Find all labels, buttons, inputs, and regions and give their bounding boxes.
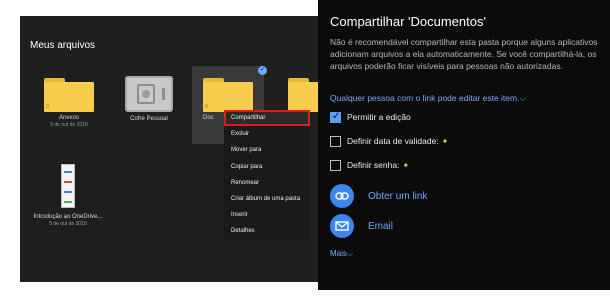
menu-item-copiar-para[interactable]: Copiar para [224,159,310,175]
menu-item-renomear[interactable]: Renomear [224,175,310,191]
option-label: Definir data de validade: [347,136,439,146]
vault-icon [125,76,173,112]
get-link-label: Obter um link [368,190,428,202]
menu-item-mover-para[interactable]: Mover para [224,142,310,158]
item-count: 0 [205,104,208,110]
document-tile-introducao[interactable]: Introdução ao OneDrive... 5 de out de 20… [32,164,104,227]
email-button[interactable]: Email [330,214,393,238]
files-pane: Meus arquivos 0 Anexos 5 de out de 2018 … [20,16,318,282]
share-warning: Não é recomendável compartilhar esta pas… [330,37,598,71]
document-thumbnail-icon [61,164,75,208]
link-icon [330,184,354,208]
option-label: Permitir a edição [347,112,411,122]
more-label: Mais [330,249,347,258]
option-expiry-date[interactable]: Definir data de validade: ✦ [330,134,448,148]
folder-tile-anexos[interactable]: 0 Anexos 5 de out de 2018 [38,78,100,128]
tile-name: Cofre Pessoal [130,116,168,122]
screenshot-frame: Meus arquivos 0 Anexos 5 de out de 2018 … [0,0,610,300]
menu-item-detalhes[interactable]: Detalhes [224,223,310,239]
vault-tile[interactable]: Cofre Pessoal [118,76,180,123]
premium-star-icon: ✦ [402,160,410,170]
tile-date: 5 de out de 2018 [49,221,87,227]
checkbox-expiry-date[interactable] [330,135,341,147]
tile-date: 5 de out de 2018 [50,122,88,128]
link-permission-label: Qualquer pessoa com o link pode editar e… [330,93,520,103]
chevron-down-icon: ⌵ [519,93,526,103]
link-permission-dropdown[interactable]: Qualquer pessoa com o link pode editar e… [330,93,526,104]
checkbox-allow-edit[interactable] [330,111,341,123]
tile-name: Anexos [58,115,79,121]
email-icon [330,214,354,238]
tile-name: Introdução ao OneDrive... [33,214,103,220]
context-menu: Compartilhar Excluir Mover para Copiar p… [224,110,310,240]
folder-tile-partial[interactable] [288,78,318,112]
checkbox-password[interactable] [330,159,341,171]
share-title: Compartilhar 'Documentos' [330,14,486,29]
menu-item-compartilhar[interactable]: Compartilhar [224,110,310,127]
section-title: Meus arquivos [30,40,96,51]
checkmark-icon[interactable]: ✓ [258,66,267,75]
email-label: Email [368,220,394,232]
menu-item-inserir[interactable]: Inserir [224,207,310,223]
option-password[interactable]: Definir senha: ✦ [330,158,409,172]
option-allow-edit[interactable]: Permitir a edição [330,110,411,124]
get-link-button[interactable]: Obter um link [330,184,427,208]
menu-item-criar-album[interactable]: Criar álbum de uma pasta [224,191,310,207]
more-options-link[interactable]: Mais⌵ [330,249,353,259]
chevron-down-icon: ⌵ [346,249,353,258]
option-label: Definir senha: [347,160,400,170]
menu-item-excluir[interactable]: Excluir [224,126,310,142]
item-count: 0 [46,104,49,110]
folder-icon: 0 [44,78,94,112]
folder-icon [288,78,318,112]
share-panel: Compartilhar 'Documentos' Não é recomend… [318,0,610,290]
premium-star-icon: ✦ [441,136,449,146]
folder-icon: 0 [203,78,253,112]
